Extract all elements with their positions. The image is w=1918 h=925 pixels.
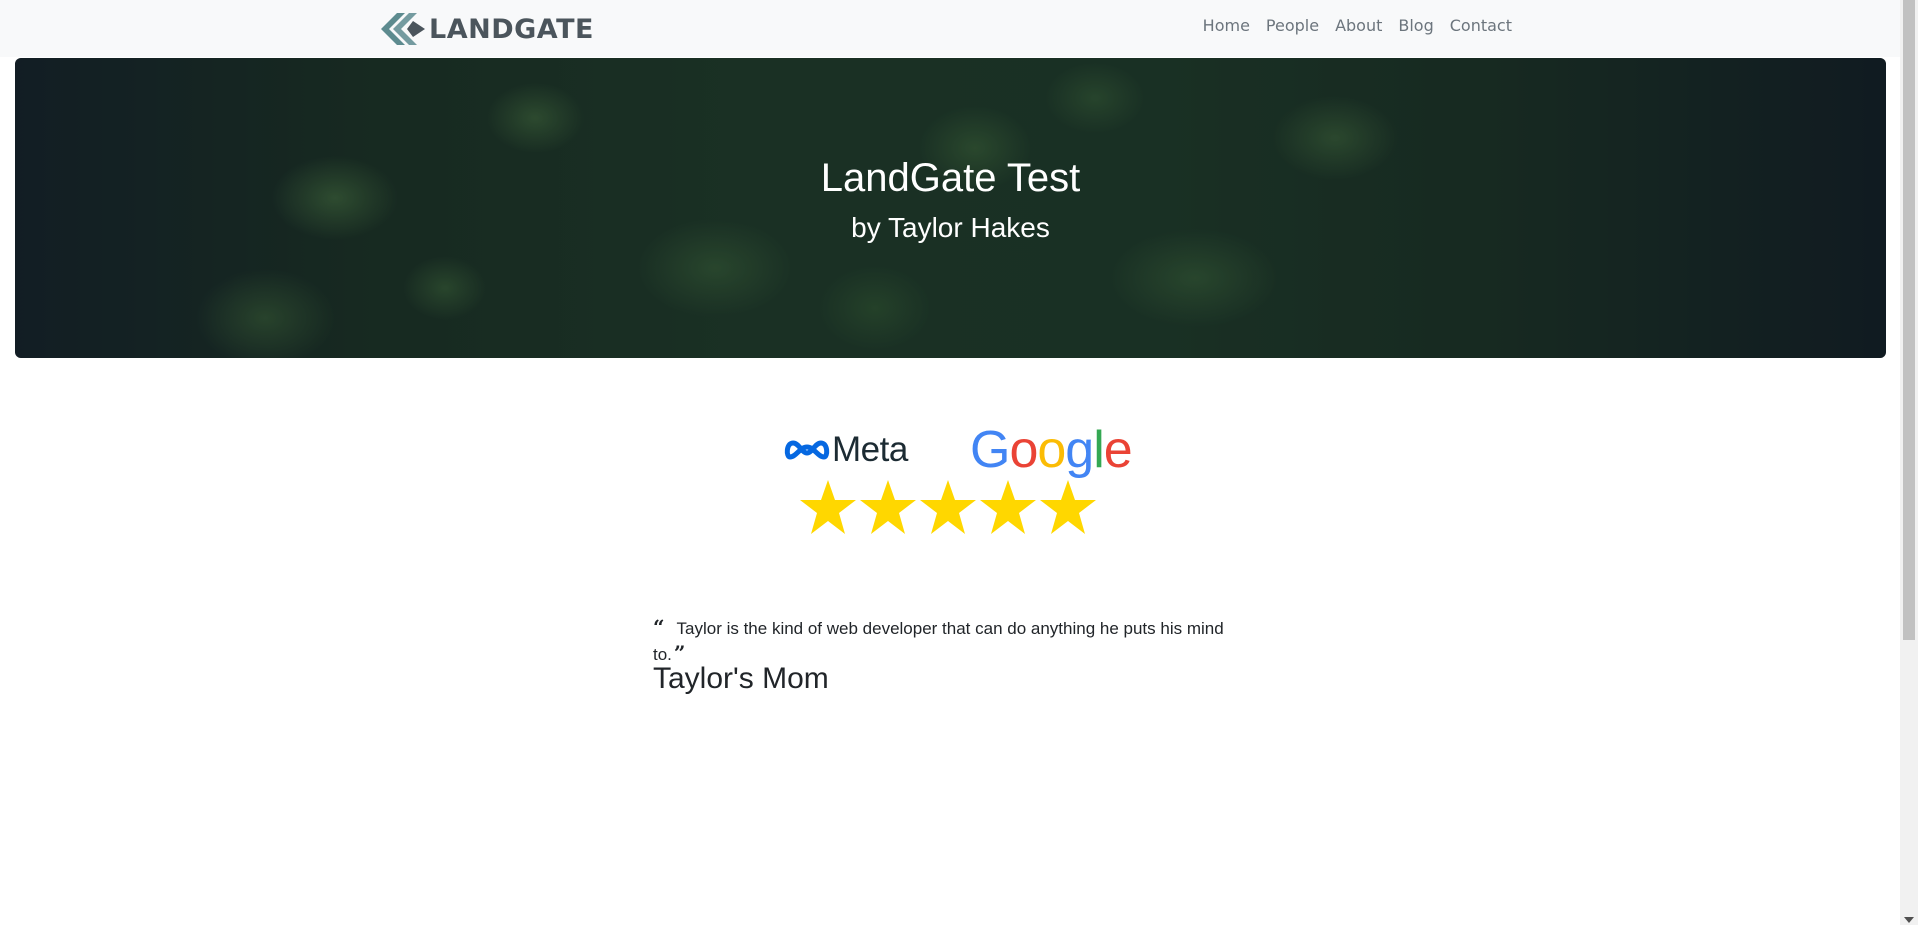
google-letter: o xyxy=(1009,421,1038,479)
nav-link-home[interactable]: Home xyxy=(1203,16,1250,35)
meta-infinity-icon xyxy=(784,440,830,460)
hero-banner: LandGate Test by Taylor Hakes xyxy=(15,58,1886,358)
google-letter: l xyxy=(1093,421,1105,479)
google-logo: Google xyxy=(970,420,1133,480)
star-icon xyxy=(1040,480,1096,534)
meta-logo: Meta xyxy=(784,430,908,470)
nav-link-blog[interactable]: Blog xyxy=(1398,16,1433,35)
testimonial-author: Taylor's Mom xyxy=(653,662,829,695)
nav-link-about[interactable]: About xyxy=(1335,16,1382,35)
hero-title: LandGate Test xyxy=(820,156,1081,200)
navbar: LANDGATE Home People About Blog Contact xyxy=(0,0,1900,57)
testimonial-text: Taylor is the kind of web developer that… xyxy=(653,619,1224,664)
quote-left-icon: “ xyxy=(653,615,665,639)
nav-menu: Home People About Blog Contact xyxy=(1203,16,1512,35)
brand-logo[interactable]: LANDGATE xyxy=(379,10,594,48)
google-letter: e xyxy=(1103,421,1133,479)
google-letter: G xyxy=(970,421,1010,479)
five-star-rating xyxy=(798,478,1098,538)
google-letter: g xyxy=(1065,421,1094,479)
star-icon xyxy=(920,480,976,534)
nav-link-people[interactable]: People xyxy=(1266,16,1319,35)
hero-subtitle: by Taylor Hakes xyxy=(851,212,1050,243)
meta-wordmark: Meta xyxy=(832,430,908,469)
vertical-scrollbar[interactable] xyxy=(1900,0,1918,925)
star-icon xyxy=(860,480,916,534)
google-letter: o xyxy=(1037,421,1066,479)
testimonial-quote: “Taylor is the kind of web developer tha… xyxy=(653,615,1253,667)
scrollbar-thumb[interactable] xyxy=(1903,0,1915,640)
nav-link-contact[interactable]: Contact xyxy=(1450,16,1512,35)
star-icon xyxy=(800,480,856,534)
brand-name: LANDGATE xyxy=(429,13,594,45)
scroll-down-arrow-icon[interactable] xyxy=(1904,917,1914,923)
partner-logos: Meta Google xyxy=(784,420,1133,480)
star-icon xyxy=(980,480,1036,534)
landgate-logo-icon xyxy=(381,13,425,45)
